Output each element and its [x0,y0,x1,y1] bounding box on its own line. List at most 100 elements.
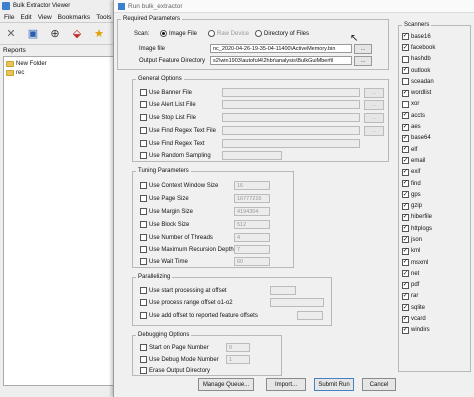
checkbox-label: Use start processing at offset [149,287,227,294]
scanner-gps-checkbox[interactable]: gps [402,189,435,200]
scanner-outlook-checkbox[interactable]: outlook [402,65,435,76]
scanner-httplogs-checkbox[interactable]: httplogs [402,223,435,234]
find-regex-browse-button[interactable]: ... [364,126,384,136]
scanner-msxml-checkbox[interactable]: msxml [402,257,435,268]
scanner-label: base16 [411,33,431,40]
use-process-range-offset-checkbox[interactable]: Use process range offset o1-o2 [140,299,233,306]
stop-list-browse-button[interactable]: ... [364,113,384,123]
number-of-threads-input[interactable]: 4 [234,233,270,242]
scanner-json-checkbox[interactable]: json [402,234,435,245]
checkbox-box [402,55,409,63]
use-add-offset-checkbox[interactable]: Use add offset to reported feature offse… [140,312,258,319]
stop-list-file-input[interactable] [222,113,360,122]
menu-bookmarks[interactable]: Bookmarks [58,14,91,21]
page-size-input[interactable]: 16777216 [234,194,270,203]
alert-list-browse-button[interactable]: ... [364,100,384,110]
submit-run-button[interactable]: Submit Run [314,378,354,391]
tree-item-new-folder[interactable]: New Folder [6,59,111,68]
radio-image-file[interactable]: Image File [160,30,197,37]
margin-size-input[interactable]: 4194304 [234,207,270,216]
use-margin-size-checkbox[interactable]: Use Margin Size [140,208,193,215]
bookmark-icon[interactable]: ⬙ [70,27,84,41]
save-icon[interactable]: ▣ [26,27,40,41]
image-file-input[interactable]: nc_2020-04-26-19-35-04-11400\ActiveMemor… [210,44,352,53]
scanner-accts-checkbox[interactable]: accts [402,110,435,121]
find-regex-text-input[interactable] [222,139,360,148]
use-start-processing-offset-checkbox[interactable]: Use start processing at offset [140,287,227,294]
banner-file-input[interactable] [222,88,360,97]
scanner-vcard-checkbox[interactable]: vcard [402,313,435,324]
banner-file-browse-button[interactable]: ... [364,88,384,98]
use-context-window-size-checkbox[interactable]: Use Context Window Size [140,182,218,189]
find-regex-text-file-input[interactable] [222,126,360,135]
scanner-windirs-checkbox[interactable]: windirs [402,325,435,336]
use-find-regex-text-file-checkbox[interactable]: Use Find Regex Text File [140,127,216,134]
tree-item-rec[interactable]: rec [6,68,111,77]
scanner-xor-checkbox[interactable]: xor [402,99,435,110]
use-stop-list-file-checkbox[interactable]: Use Stop List File [140,114,196,121]
context-window-size-input[interactable]: 16 [234,181,270,190]
scanner-base16-checkbox[interactable]: base16 [402,31,435,42]
alert-list-file-input[interactable] [222,100,360,109]
use-maximum-recursion-depth-checkbox[interactable]: Use Maximum Recursion Depth [140,246,234,253]
scanner-find-checkbox[interactable]: find [402,178,435,189]
scanner-elf-checkbox[interactable]: elf [402,144,435,155]
scanner-rar-checkbox[interactable]: rar [402,291,435,302]
debug-mode-number-input[interactable]: 1 [226,355,250,364]
use-banner-file-checkbox[interactable]: Use Banner File [140,89,192,96]
scanner-exif-checkbox[interactable]: exif [402,167,435,178]
scanner-sceadan-checkbox[interactable]: sceadan [402,76,435,87]
use-random-sampling-checkbox[interactable]: Use Random Sampling [140,152,211,159]
maximum-recursion-depth-input[interactable]: 7 [234,245,270,254]
radio-directory-of-files[interactable]: Directory of Files [255,30,309,37]
scanner-sqlite-checkbox[interactable]: sqlite [402,302,435,313]
use-number-of-threads-checkbox[interactable]: Use Number of Threads [140,234,213,241]
output-directory-input[interactable]: s2\win1903\autoful4\2hbr\analysis\BulkGu… [210,56,352,65]
scanner-label: hashdb [411,56,431,63]
scanner-base64-checkbox[interactable]: base64 [402,133,435,144]
use-block-size-checkbox[interactable]: Use Block Size [140,221,189,228]
block-size-input[interactable]: 512 [234,220,270,229]
scanner-label: gzip [411,203,423,210]
process-range-input[interactable] [270,298,324,307]
output-directory-browse-button[interactable]: ... [354,56,372,66]
menu-tools[interactable]: Tools [96,14,111,21]
scanner-label: json [411,236,423,243]
scanner-net-checkbox[interactable]: net [402,268,435,279]
checkbox-box [402,112,409,120]
scanner-gzip-checkbox[interactable]: gzip [402,200,435,211]
start-offset-input[interactable] [270,286,296,295]
scanner-kml-checkbox[interactable]: kml [402,246,435,257]
scanner-hiberfile-checkbox[interactable]: hiberfile [402,212,435,223]
start-on-page-number-checkbox[interactable]: Start on Page Number [140,344,209,351]
random-sampling-input[interactable] [222,151,282,160]
use-find-regex-text-checkbox[interactable]: Use Find Regex Text [140,140,205,147]
scanner-wordlist-checkbox[interactable]: wordlist [402,87,435,98]
wait-time-input[interactable]: 60 [234,257,270,266]
radio-raw-device[interactable]: Raw Device [208,30,249,37]
scanner-facebook-checkbox[interactable]: facebook [402,42,435,53]
cancel-button[interactable]: Cancel [362,378,396,391]
scanner-label: outlook [411,67,431,74]
start-page-number-input[interactable]: 0 [226,343,250,352]
menu-view[interactable]: View [38,14,52,21]
use-alert-list-file-checkbox[interactable]: Use Alert List File [140,101,196,108]
use-wait-time-checkbox[interactable]: Use Wait Time [140,258,188,265]
star-icon[interactable]: ★ [92,27,106,41]
use-page-size-checkbox[interactable]: Use Page Size [140,195,189,202]
use-debug-mode-number-checkbox[interactable]: Use Debug Mode Number [140,356,219,363]
menu-edit[interactable]: Edit [20,14,31,21]
close-icon[interactable]: ✕ [4,27,18,41]
scanner-email-checkbox[interactable]: email [402,155,435,166]
image-file-browse-button[interactable]: ... [354,44,372,54]
dialog-title: Run bulk_extractor [128,2,183,10]
scanner-pdf-checkbox[interactable]: pdf [402,280,435,291]
import-button[interactable]: Import... [266,378,306,391]
add-offset-input[interactable] [297,311,323,320]
add-icon[interactable]: ⊕ [48,27,62,41]
radio-label: Directory of Files [264,30,310,37]
menu-file[interactable]: File [4,14,14,21]
scanner-aes-checkbox[interactable]: aes [402,121,435,132]
manage-queue-button[interactable]: Manage Queue... [198,378,254,391]
scanner-hashdb-checkbox[interactable]: hashdb [402,54,435,65]
